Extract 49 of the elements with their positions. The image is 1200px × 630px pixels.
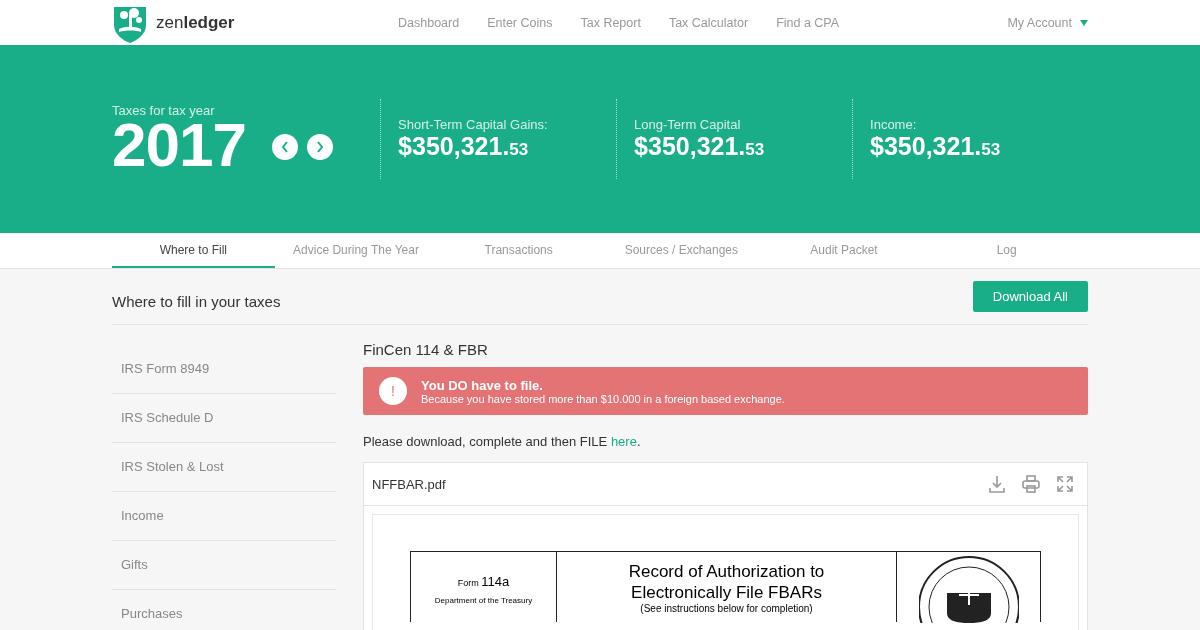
nav-link[interactable]: Dashboard <box>384 15 474 30</box>
document-title: Electronically File FBARs <box>631 582 822 603</box>
alert-message: Because you have stored more than $10.000 in a foreign based exchange. <box>421 392 785 405</box>
stat-label: Income: <box>870 117 918 132</box>
sidebar-item[interactable]: IRS Stolen & Lost <box>112 443 336 492</box>
nav-link[interactable]: Tax Report <box>566 15 655 30</box>
document-title: Record of Authorization to <box>628 561 825 582</box>
download-icon[interactable] <box>987 474 1007 494</box>
download-all-button[interactable]: Download All <box>972 281 1088 312</box>
tab[interactable]: Where to Fill <box>112 233 275 268</box>
chevron-right-icon[interactable] <box>315 140 324 153</box>
account-menu[interactable]: My Account <box>1007 15 1072 30</box>
form-title: FinCen 114 & FBR <box>363 341 489 358</box>
nav-link[interactable]: Enter Coins <box>473 15 567 30</box>
stat-label: Long-Term Capital <box>634 117 742 132</box>
print-icon[interactable] <box>1021 474 1041 494</box>
section-title: Where to fill in your taxes <box>112 292 281 310</box>
tab[interactable]: Log <box>925 233 1089 268</box>
nav-link[interactable]: Tax Calculator <box>654 15 763 30</box>
previous-year-button[interactable] <box>271 133 298 160</box>
tab[interactable]: Transactions <box>437 233 600 268</box>
stat-value: $350,321.53 <box>634 132 766 161</box>
tax-year-caption: Taxes for tax year <box>112 102 216 118</box>
sidebar-item[interactable]: IRS Form 8949 <box>112 345 336 394</box>
sidebar-item[interactable]: IRS Schedule D <box>112 394 336 443</box>
file-link[interactable]: here <box>610 434 637 449</box>
instruction-text: Please download, complete and then FILE here. <box>363 434 642 449</box>
seal-icon <box>918 555 1019 623</box>
sidebar-item[interactable]: Gifts <box>112 541 336 590</box>
form-number: Form 114a <box>457 574 510 589</box>
sidebar-item[interactable]: Purchases <box>112 590 336 630</box>
department-name: Department of the Treasury <box>434 596 533 605</box>
chevron-left-icon[interactable] <box>280 140 289 153</box>
exclamation-icon: ! <box>379 377 407 405</box>
tab[interactable]: Audit Packet <box>762 233 926 268</box>
alert-title: You DO have to file. <box>421 377 544 393</box>
brand-name: zenledger <box>156 12 235 33</box>
document-subtitle: (See instructions below for completion) <box>640 603 813 615</box>
sidebar-item[interactable]: Income <box>112 492 336 541</box>
next-year-button[interactable] <box>306 133 333 160</box>
expand-icon[interactable] <box>1055 474 1075 494</box>
caret-icon[interactable] <box>1080 19 1088 26</box>
stat-value: $350,321.53 <box>870 132 1002 161</box>
stat-value: $350,321.53 <box>398 132 530 161</box>
file-name: NFFBAR.pdf <box>372 476 446 492</box>
stat-label: Short-Term Capital Gains: <box>398 117 549 132</box>
tab[interactable]: Sources / Exchanges <box>600 233 763 268</box>
tab[interactable]: Advice During The Year <box>274 233 438 268</box>
nav-link[interactable]: Find a CPA <box>762 15 854 30</box>
